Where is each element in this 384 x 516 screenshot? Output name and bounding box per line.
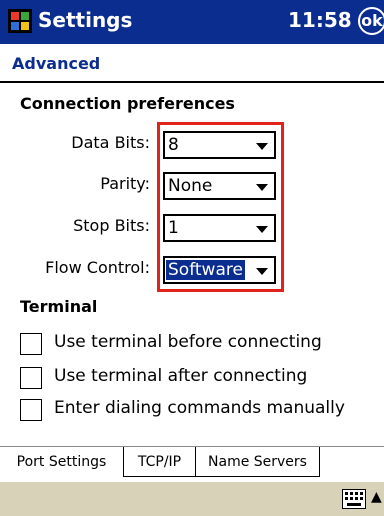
stop-bits-label: Stop Bits:	[73, 216, 150, 235]
checkbox-box[interactable]	[20, 333, 42, 355]
checkbox-label: Enter dialing commands manually	[54, 398, 345, 418]
title-bar: Settings 11:58 ok	[0, 0, 384, 44]
windows-flag-icon[interactable]	[8, 9, 32, 33]
parity-label: Parity:	[100, 174, 150, 193]
tab-name-servers[interactable]: Name Servers	[196, 447, 320, 477]
app-title: Settings	[38, 8, 133, 32]
section-title-connection: Connection preferences	[20, 94, 235, 113]
keyboard-icon[interactable]	[342, 489, 366, 509]
flow-control-label: Flow Control:	[45, 258, 150, 277]
section-title-terminal: Terminal	[20, 297, 98, 316]
checkbox-box[interactable]	[20, 367, 42, 389]
checkbox-label: Use terminal before connecting	[54, 332, 322, 352]
data-bits-label: Data Bits:	[71, 133, 150, 152]
tab-port-settings[interactable]: Port Settings	[0, 447, 124, 477]
ok-button[interactable]: ok	[358, 7, 384, 35]
header-divider	[0, 81, 384, 83]
clock[interactable]: 11:58	[288, 8, 352, 32]
checkbox-box[interactable]	[20, 399, 42, 421]
highlight-box	[157, 122, 284, 292]
up-arrow-icon[interactable]: ▲	[371, 489, 382, 505]
taskbar: ▲	[0, 482, 384, 516]
tab-tcp-ip[interactable]: TCP/IP	[124, 447, 196, 477]
tab-bar: Port Settings TCP/IP Name Servers	[0, 446, 384, 483]
checkbox-label: Use terminal after connecting	[54, 366, 308, 386]
page-header: Advanced	[0, 44, 384, 83]
page-title: Advanced	[12, 54, 101, 73]
